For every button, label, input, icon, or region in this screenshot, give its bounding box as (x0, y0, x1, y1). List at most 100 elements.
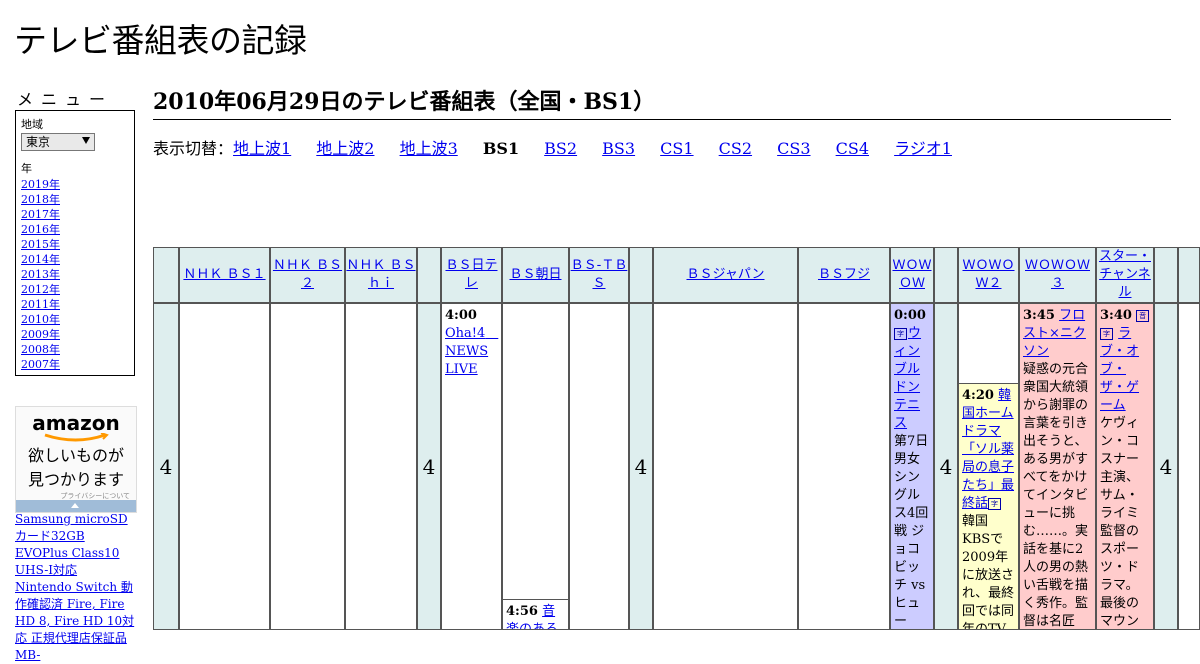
channel-link[interactable]: ＢＳフジ (818, 266, 870, 284)
program-column (345, 303, 417, 630)
switch-link[interactable]: CS4 (836, 139, 869, 158)
channel-link[interactable]: ＢＳ朝日 (509, 266, 561, 284)
region-select[interactable]: 東京 (21, 133, 95, 151)
hour-header-cell (1154, 247, 1178, 303)
year-list: 2019年 2018年 2017年 2016年 2015年 2014年 2013… (21, 177, 134, 372)
switcher-prefix: 表示切替： (153, 139, 234, 158)
program-column (1178, 303, 1200, 630)
program-cell: 0:00 字ウィンブルドンテニス 第7日 男女シングルス4回戦 ジョコビッチ v… (890, 303, 934, 630)
region-label: 地域 (21, 118, 43, 131)
year-link[interactable]: 2013年 (21, 268, 60, 281)
switch-link[interactable]: CS2 (719, 139, 752, 158)
channel-group-switcher: 表示切替：地上波1 地上波2 地上波3 BS1 BS2 BS3 CS1 CS2 … (153, 135, 972, 159)
year-link[interactable]: 2010年 (21, 313, 60, 326)
channel-link[interactable]: ＷＯＷＯＷ (891, 257, 933, 293)
switch-link[interactable]: 地上波3 (400, 139, 458, 158)
channel-header[interactable]: ＷＯＷＯＷ (890, 247, 934, 303)
channel-link[interactable]: ＢＳ-ＴＢＳ (570, 257, 628, 293)
switch-link[interactable]: CS1 (660, 139, 693, 158)
program-column (179, 303, 270, 630)
year-link[interactable]: 2009年 (21, 328, 60, 341)
data-broadcast-icon: 字 (894, 327, 907, 340)
switch-link[interactable]: CS3 (777, 139, 810, 158)
program-description: ケヴィン・コスナー主演、サム・ライミ監督のスポーツ・ドラマ。最後のマウンドに野 (1100, 416, 1140, 629)
hour-cell: 4 (153, 303, 179, 630)
program-cell: 4:00 Oha!4 NEWS LIVE (441, 303, 502, 630)
year-link[interactable]: 2014年 (21, 253, 60, 266)
program-cell: 4:56 音楽のある風 (502, 599, 569, 630)
year-link[interactable]: 2015年 (21, 238, 60, 251)
channel-link[interactable]: ＮＨＫ ＢＳ１ (183, 266, 265, 284)
hour-header-cell (629, 247, 653, 303)
switch-current: BS1 (482, 139, 520, 158)
program-description: 第7日 男女シングルス4回戦 ジョコビッチ vs ヒュー (894, 434, 929, 629)
channel-header[interactable]: ＢＳ-ＴＢＳ (569, 247, 629, 303)
channel-link[interactable]: ＢＳ日テレ (442, 257, 501, 293)
menu-box: 地域 東京 年 2019年 2018年 2017年 2016年 2015年 20… (15, 110, 135, 376)
hour-header-cell (1178, 247, 1200, 303)
program-column (798, 303, 890, 630)
year-link[interactable]: 2008年 (21, 343, 60, 356)
subtitle-icon: 字 (1100, 327, 1113, 340)
channel-link[interactable]: ＷＯＷＯＷ３ (1020, 257, 1095, 293)
program-column (569, 303, 629, 630)
channel-link[interactable]: ＷＯＷＯＷ２ (959, 257, 1018, 293)
channel-header[interactable]: ＷＯＷＯＷ３ (1019, 247, 1096, 303)
hour-header-cell (417, 247, 441, 303)
hour-cell: 4 (629, 303, 653, 630)
year-link[interactable]: 2017年 (21, 208, 60, 221)
ad-tagline-1: 欲しいものが (27, 446, 124, 465)
chevron-up-icon (71, 503, 79, 508)
channel-link[interactable]: スター・チャンネル (1097, 248, 1153, 302)
year-link[interactable]: 2019年 (21, 178, 60, 191)
audio-icon: 音 (1136, 309, 1150, 322)
channel-link[interactable]: ＮＨＫ ＢＳｈｉ (346, 257, 416, 293)
ad-tagline-2: 見つかります (27, 470, 124, 489)
program-column (653, 303, 798, 630)
switch-link[interactable]: ラジオ1 (894, 139, 952, 158)
year-label: 年 (21, 162, 32, 175)
year-link[interactable]: 2016年 (21, 223, 60, 236)
chevron-down-icon (82, 137, 90, 144)
program-column (958, 303, 1019, 384)
channel-header[interactable]: ＮＨＫ ＢＳ１ (179, 247, 270, 303)
program-description: 韓国KBSで2009年に放送され、最終回では同年のTVドラマ最 (962, 514, 1015, 630)
program-title-link[interactable]: Oha!4 NEWS LIVE (445, 326, 498, 377)
switch-link[interactable]: 地上波2 (316, 139, 374, 158)
program-cell: 3:40 音字 ラブ・オブ・ザ・ゲーム ケヴィン・コスナー主演、サム・ライミ監督… (1096, 303, 1154, 630)
program-column (502, 303, 569, 600)
hour-cell: 4 (1154, 303, 1178, 630)
ad-product-link[interactable]: Samsung microSDカード32GB EVOPlus Class10 U… (15, 511, 137, 664)
year-link[interactable]: 2012年 (21, 283, 60, 296)
channel-header[interactable]: ＢＳフジ (798, 247, 890, 303)
channel-header[interactable]: ＢＳ朝日 (502, 247, 569, 303)
channel-header[interactable]: ＮＨＫ ＢＳ２ (270, 247, 345, 303)
channel-link[interactable]: ＮＨＫ ＢＳ２ (271, 257, 344, 293)
hour-header-cell (934, 247, 958, 303)
channel-header[interactable]: ＮＨＫ ＢＳｈｉ (345, 247, 417, 303)
hour-cell: 4 (934, 303, 958, 630)
program-title-link[interactable]: 韓国ホームドラマ「ソル薬局の息子たち」最終話 (962, 388, 1014, 511)
year-link[interactable]: 2011年 (21, 298, 60, 311)
hour-cell: 4 (417, 303, 441, 630)
channel-link[interactable]: ＢＳジャパン (686, 266, 764, 284)
year-link[interactable]: 2007年 (21, 358, 60, 371)
program-description: 疑惑の元合衆国大統領から謝罪の言葉を引き出そうと、ある男がすべてをかけてインタビ… (1023, 362, 1089, 629)
amazon-ad-banner[interactable]: amazon 欲しいものが 見つかります プライバシーについて (15, 406, 137, 513)
switch-link[interactable]: BS3 (602, 139, 635, 158)
region-value: 東京 (26, 135, 51, 149)
menu-heading: メニュー (17, 90, 114, 109)
channel-header[interactable]: ＢＳ日テレ (441, 247, 502, 303)
switch-link[interactable]: 地上波1 (233, 139, 291, 158)
program-cell: 3:45 フロスト×ニクソン 疑惑の元合衆国大統領から謝罪の言葉を引き出そうと、… (1019, 303, 1096, 630)
year-link[interactable]: 2018年 (21, 193, 60, 206)
program-time: 4:00 (445, 308, 477, 323)
channel-header[interactable]: ＷＯＷＯＷ２ (958, 247, 1019, 303)
channel-header[interactable]: スター・チャンネル (1096, 247, 1154, 303)
program-title-link[interactable]: ウィンブルドンテニス (894, 326, 921, 431)
program-time: 0:00 (894, 308, 926, 323)
switch-link[interactable]: BS2 (544, 139, 577, 158)
site-title: テレビ番組表の記録 (14, 21, 307, 60)
program-time: 3:40 (1100, 308, 1132, 323)
channel-header[interactable]: ＢＳジャパン (653, 247, 798, 303)
